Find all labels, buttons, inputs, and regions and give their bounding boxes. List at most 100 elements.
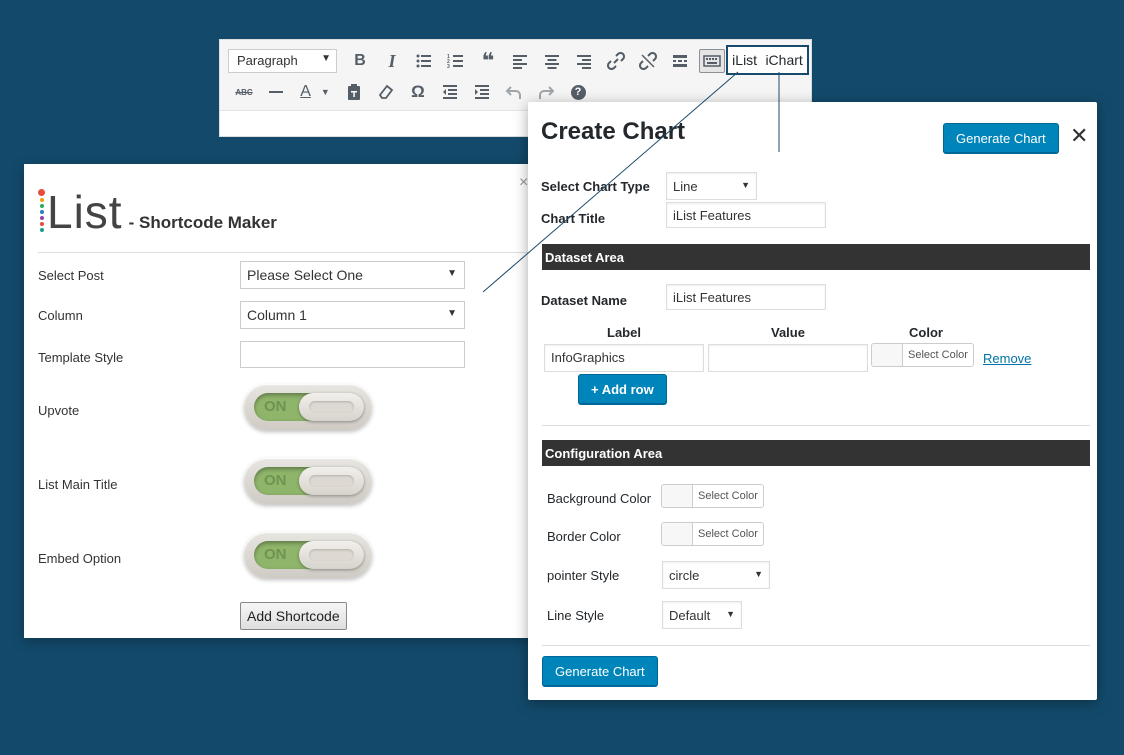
remove-row-link[interactable]: Remove — [983, 351, 1031, 366]
bold-icon[interactable]: B — [344, 49, 376, 73]
line-style-label: Line Style — [547, 608, 605, 623]
chart-title-input[interactable]: iList Features — [666, 202, 826, 228]
column-dropdown[interactable]: Column 1 ▼ — [240, 301, 465, 329]
toggle-knob — [299, 393, 364, 421]
horizontal-line-icon[interactable] — [260, 80, 292, 104]
upvote-toggle[interactable]: ON — [244, 384, 372, 430]
label-column-header: Label — [607, 325, 641, 340]
divider — [38, 252, 544, 253]
blockquote-icon[interactable]: ❝ — [472, 48, 504, 73]
generate-chart-bottom-button[interactable]: Generate Chart — [542, 656, 658, 686]
line-style-select[interactable]: Default ▼ — [662, 601, 742, 629]
embed-option-label: Embed Option — [38, 551, 122, 566]
help-icon[interactable]: ? — [562, 80, 594, 104]
logo-dot — [39, 222, 44, 226]
align-center-icon[interactable] — [536, 49, 568, 73]
chevron-down-icon: ▼ — [320, 87, 330, 97]
border-color-label: Border Color — [547, 529, 621, 544]
select-post-value: Please Select One — [247, 267, 363, 283]
chevron-down-icon: ▼ — [754, 569, 763, 579]
toggle-on-text: ON — [264, 546, 287, 563]
help-glyph: ? — [570, 84, 586, 100]
column-label: Column — [38, 308, 83, 323]
color-swatch — [662, 523, 693, 545]
plugin-buttons-box: iList iChart — [726, 45, 809, 75]
indent-icon[interactable] — [466, 80, 498, 104]
read-more-icon[interactable] — [664, 49, 696, 73]
numbered-list-icon[interactable]: 123 — [440, 49, 472, 73]
text-color-glyph: A — [300, 83, 311, 100]
paste-text-icon[interactable] — [338, 80, 370, 104]
pointer-style-label: pointer Style — [547, 568, 620, 583]
outdent-icon[interactable] — [434, 80, 466, 104]
select-post-label: Select Post — [38, 268, 104, 283]
chevron-down-icon: ▼ — [321, 53, 331, 64]
link-icon[interactable] — [600, 49, 632, 73]
text-color-icon[interactable]: A ▼ — [292, 80, 338, 104]
background-color-picker[interactable]: Select Color — [661, 484, 764, 508]
dataset-name-label: Dataset Name — [541, 293, 627, 308]
upvote-label: Upvote — [38, 403, 80, 418]
dataset-section-header: Dataset Area — [542, 244, 1090, 270]
add-shortcode-button[interactable]: Add Shortcode — [240, 602, 347, 630]
ilist-shortcode-panel: × List - Shortcode Maker Select Post Ple… — [24, 164, 544, 638]
divider — [542, 425, 1090, 426]
row-color-picker[interactable]: Select Color — [871, 343, 974, 367]
toggle-on-text: ON — [264, 398, 287, 415]
format-select-value: Paragraph — [237, 53, 298, 68]
add-row-button[interactable]: + Add row — [578, 374, 667, 404]
embed-option-toggle[interactable]: ON — [244, 532, 372, 578]
dataset-name-input[interactable]: iList Features — [666, 284, 826, 310]
divider — [542, 645, 1090, 646]
value-column-header: Value — [771, 325, 805, 340]
logo-dot — [39, 210, 44, 214]
ilist-logo: List - Shortcode Maker — [38, 188, 277, 235]
unlink-icon[interactable] — [632, 49, 664, 73]
format-select[interactable]: Paragraph ▼ — [228, 49, 337, 73]
select-post-dropdown[interactable]: Please Select One ▼ — [240, 261, 465, 289]
pointer-style-select[interactable]: circle ▼ — [662, 561, 770, 589]
chevron-down-icon: ▼ — [447, 308, 457, 319]
ichart-button[interactable]: iChart — [765, 52, 802, 68]
bullet-list-icon[interactable] — [408, 49, 440, 73]
toolbar-row-1: B I 123 ❝ — [344, 48, 728, 73]
toolbar-row-2: ABC A ▼ Ω ? — [228, 80, 594, 104]
ilist-button[interactable]: iList — [732, 52, 757, 68]
close-icon[interactable]: × — [519, 174, 528, 192]
chart-type-select[interactable]: Line ▼ — [666, 172, 757, 200]
clear-formatting-icon[interactable] — [370, 80, 402, 104]
panel-title: Create Chart — [541, 118, 686, 145]
redo-icon[interactable] — [530, 80, 562, 104]
line-style-value: Default — [669, 608, 711, 623]
list-main-title-label: List Main Title — [38, 477, 118, 492]
close-icon[interactable]: ✕ — [1070, 123, 1088, 149]
special-character-icon[interactable]: Ω — [402, 80, 434, 104]
row-value-input[interactable] — [708, 344, 868, 372]
row-label-input[interactable]: InfoGraphics — [544, 344, 704, 372]
generate-chart-top-button[interactable]: Generate Chart — [943, 123, 1059, 153]
toggle-track: ON — [254, 541, 364, 569]
select-color-label: Select Color — [693, 523, 763, 545]
italic-icon[interactable]: I — [376, 49, 408, 73]
chart-type-value: Line — [673, 179, 698, 194]
select-color-label: Select Color — [903, 344, 973, 366]
select-color-label: Select Color — [693, 485, 763, 507]
strikethrough-icon[interactable]: ABC — [228, 80, 260, 104]
toggle-track: ON — [254, 467, 364, 495]
configuration-section-header: Configuration Area — [542, 440, 1090, 466]
color-swatch — [872, 344, 903, 366]
color-column-header: Color — [909, 325, 943, 340]
logo-dots — [38, 188, 45, 233]
background-color-label: Background Color — [547, 491, 652, 506]
border-color-picker[interactable]: Select Color — [661, 522, 764, 546]
list-main-title-toggle[interactable]: ON — [244, 458, 372, 504]
logo-dot — [38, 189, 45, 196]
toolbar-toggle-icon[interactable] — [699, 49, 725, 73]
toggle-track: ON — [254, 393, 364, 421]
undo-icon[interactable] — [498, 80, 530, 104]
align-right-icon[interactable] — [568, 49, 600, 73]
panel-subtitle: - Shortcode Maker — [128, 213, 277, 232]
align-left-icon[interactable] — [504, 49, 536, 73]
template-style-input[interactable] — [240, 341, 465, 368]
color-swatch — [662, 485, 693, 507]
